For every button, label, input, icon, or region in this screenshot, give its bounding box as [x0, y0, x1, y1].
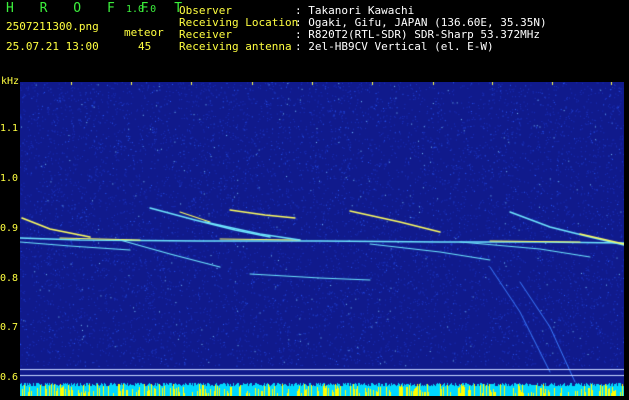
app-version: 1.0.0 [126, 4, 157, 15]
antenna-value: : 2el-HB9CV Vertical (el. E-W) [295, 40, 494, 53]
date-time: 25.07.21 13:00 [6, 40, 99, 53]
spectrogram [20, 82, 624, 396]
meteor-count: 45 [138, 40, 152, 53]
y-tick-label: 0.6 [0, 372, 19, 383]
header-panel: H R O F F T 1.0.0 2507211300.png meteor … [0, 0, 629, 72]
y-tick-label: 0.8 [0, 273, 19, 284]
y-axis-unit: kHz [1, 76, 20, 87]
antenna-label: Receiving antenna [179, 40, 292, 53]
app-name: H R O F F T [6, 1, 192, 16]
y-tick-label: 1.1 [0, 123, 19, 134]
y-tick-label: 1.0 [0, 173, 19, 184]
file-name: 2507211300.png [6, 20, 99, 33]
y-tick-label: 0.7 [0, 322, 19, 333]
y-tick-label: 0.9 [0, 223, 19, 234]
meteor-label: meteor [124, 26, 164, 39]
